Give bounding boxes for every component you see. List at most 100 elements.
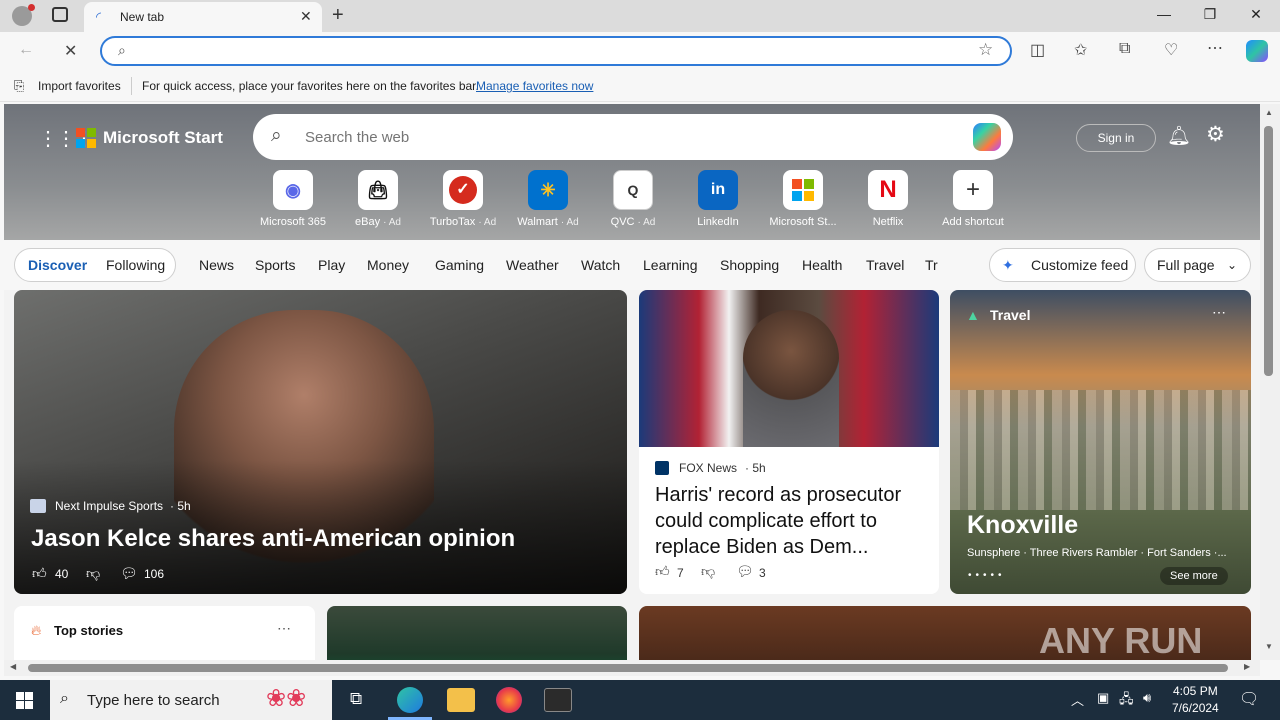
more-options-icon[interactable]: ⋯	[1212, 304, 1226, 321]
file-explorer-icon[interactable]	[447, 688, 475, 712]
brand-title[interactable]: Microsoft Start	[103, 128, 223, 148]
article-source[interactable]: FOX News	[679, 461, 737, 475]
favorites-icon[interactable]: ✩	[1074, 40, 1087, 60]
web-search-box[interactable]: ⌕	[253, 114, 1013, 160]
carousel-dots[interactable]: •••••	[968, 570, 1006, 581]
scroll-down-icon[interactable]: ▼	[1265, 642, 1273, 651]
web-search-input[interactable]	[305, 127, 945, 147]
nav-learning[interactable]: Learning	[643, 257, 698, 273]
article-card-feature[interactable]: ANY RUN	[639, 606, 1251, 660]
restore-icon[interactable]: ❐	[1200, 6, 1220, 23]
shortcut-turbotax[interactable]: ✓ TurboTax · Ad	[418, 170, 508, 228]
dislike-icon[interactable]: 👎︎	[701, 563, 715, 580]
nav-weather[interactable]: Weather	[506, 257, 559, 273]
scroll-right-icon[interactable]: ▶	[1244, 662, 1250, 671]
tab-new-tab[interactable]: ◜ New tab ✕	[84, 2, 322, 32]
close-tab-icon[interactable]: ✕	[300, 8, 312, 25]
add-shortcut[interactable]: + Add shortcut	[928, 170, 1018, 228]
travel-city[interactable]: Knoxville	[967, 511, 1078, 540]
nav-health[interactable]: Health	[802, 257, 842, 273]
dislike-icon[interactable]: 👎︎	[86, 565, 100, 582]
layout-select[interactable]: Full page ⌄	[1144, 248, 1251, 282]
article-headline[interactable]: Harris' record as prosecutor could compl…	[655, 482, 925, 560]
nav-play[interactable]: Play	[318, 257, 345, 273]
browser-essentials-icon[interactable]: ♡	[1164, 40, 1178, 60]
comment-icon[interactable]: 💬︎	[736, 563, 754, 580]
scroll-thumb[interactable]	[1264, 126, 1273, 376]
scroll-left-icon[interactable]: ◀	[10, 662, 16, 671]
nav-money[interactable]: Money	[367, 257, 409, 273]
volume-icon[interactable]: 🔊︎	[1143, 690, 1151, 706]
terminal-icon[interactable]	[544, 688, 572, 712]
taskbar-search[interactable]: ⌕ Type here to search ❀❀	[50, 680, 332, 720]
nav-travel[interactable]: Travel	[866, 257, 904, 273]
copilot-icon[interactable]	[1246, 40, 1268, 62]
tab-discover[interactable]: Discover	[28, 257, 87, 273]
new-tab-icon[interactable]: +	[332, 4, 344, 27]
netflix-icon: N	[868, 170, 908, 210]
copilot-icon[interactable]	[973, 123, 1001, 151]
favorite-star-icon[interactable]: ☆	[978, 40, 993, 60]
article-card-main[interactable]: Next Impulse Sports · 5h Jason Kelce sha…	[14, 290, 627, 594]
split-screen-icon[interactable]: ◫	[1030, 40, 1045, 60]
see-more-button[interactable]: See more	[1160, 567, 1228, 585]
watermark: ANY RUN	[1039, 620, 1203, 660]
start-icon[interactable]	[16, 692, 33, 709]
device-icon[interactable]: ▣	[1097, 690, 1109, 706]
customize-feed-button[interactable]: ✦ Customize feed	[989, 248, 1136, 282]
minimize-icon[interactable]: —	[1154, 6, 1174, 22]
nav-watch[interactable]: Watch	[581, 257, 620, 273]
tab-following[interactable]: Following	[106, 257, 165, 273]
scroll-up-icon[interactable]: ▲	[1265, 108, 1273, 117]
import-favorites-icon[interactable]: ⎘	[14, 78, 24, 94]
shortcut-walmart[interactable]: ✳ Walmart · Ad	[503, 170, 593, 228]
article-headline[interactable]: Jason Kelce shares anti-American opinion	[31, 525, 515, 553]
edge-icon[interactable]	[397, 687, 423, 713]
more-options-icon[interactable]: ⋯	[1207, 38, 1223, 58]
manage-favorites-link[interactable]: Manage favorites now	[476, 79, 593, 93]
shortcut-ebay[interactable]: 👜︎ eBay · Ad	[333, 170, 423, 228]
clock-date[interactable]: 7/6/2024	[1172, 701, 1219, 715]
scroll-thumb[interactable]	[28, 664, 1228, 672]
nav-sports[interactable]: Sports	[255, 257, 295, 273]
horizontal-scrollbar[interactable]: ◀ ▶	[4, 660, 1260, 676]
task-view-icon[interactable]: ⧉	[350, 689, 362, 709]
network-icon[interactable]: 🖧︎	[1119, 690, 1134, 712]
stop-loading-icon[interactable]: ✕	[64, 41, 77, 61]
travel-card[interactable]: ▲ Travel ⋯ Knoxville Sunsphere · Three R…	[950, 290, 1251, 594]
feed-toggle: Discover Following	[14, 248, 176, 282]
shortcut-linkedin[interactable]: in LinkedIn	[673, 170, 763, 228]
shortcut-qvc[interactable]: Q QVC · Ad	[588, 170, 678, 228]
nav-shopping[interactable]: Shopping	[720, 257, 779, 273]
shortcut-netflix[interactable]: N Netflix	[843, 170, 933, 228]
feed-navigation: Discover Following News Sports Play Mone…	[4, 240, 1260, 290]
show-hidden-icons[interactable]: ︿	[1071, 690, 1084, 709]
close-window-icon[interactable]: ✕	[1246, 6, 1266, 23]
address-input[interactable]	[146, 41, 946, 61]
import-favorites-button[interactable]: Import favorites	[38, 79, 121, 93]
article-card-sports[interactable]	[327, 606, 627, 660]
tab-actions-icon[interactable]	[52, 7, 68, 22]
comment-icon[interactable]: 💬︎	[120, 565, 138, 582]
nav-news[interactable]: News	[199, 257, 234, 273]
like-icon[interactable]: 👍︎	[32, 565, 47, 582]
article-source[interactable]: Next Impulse Sports	[55, 499, 163, 513]
back-icon[interactable]: ←	[18, 41, 34, 59]
sign-in-button[interactable]: Sign in	[1076, 124, 1156, 152]
settings-icon[interactable]: ⚙	[1206, 122, 1225, 147]
firefox-icon[interactable]	[496, 687, 522, 713]
article-card-news[interactable]: FOX News · 5h Harris' record as prosecut…	[639, 290, 939, 594]
more-options-icon[interactable]: ⋯	[277, 620, 291, 637]
like-icon[interactable]: 👍︎	[655, 563, 670, 580]
vertical-scrollbar[interactable]: ▲ ▼	[1260, 104, 1280, 660]
notifications-icon[interactable]: 🔔︎	[1167, 124, 1191, 148]
notification-center-icon[interactable]: 🗨︎	[1239, 689, 1259, 709]
nav-truncated[interactable]: Tr	[925, 257, 939, 273]
shortcut-microsoft-store[interactable]: Microsoft St...	[758, 170, 848, 228]
nav-gaming[interactable]: Gaming	[435, 257, 484, 273]
clock-time[interactable]: 4:05 PM	[1173, 684, 1218, 698]
address-bar[interactable]: ⌕ ☆	[100, 36, 1012, 66]
shortcut-microsoft-365[interactable]: ◉ Microsoft 365	[248, 170, 338, 228]
shortcut-label: Walmart	[517, 216, 558, 228]
collections-icon[interactable]: ⧉	[1119, 40, 1130, 58]
